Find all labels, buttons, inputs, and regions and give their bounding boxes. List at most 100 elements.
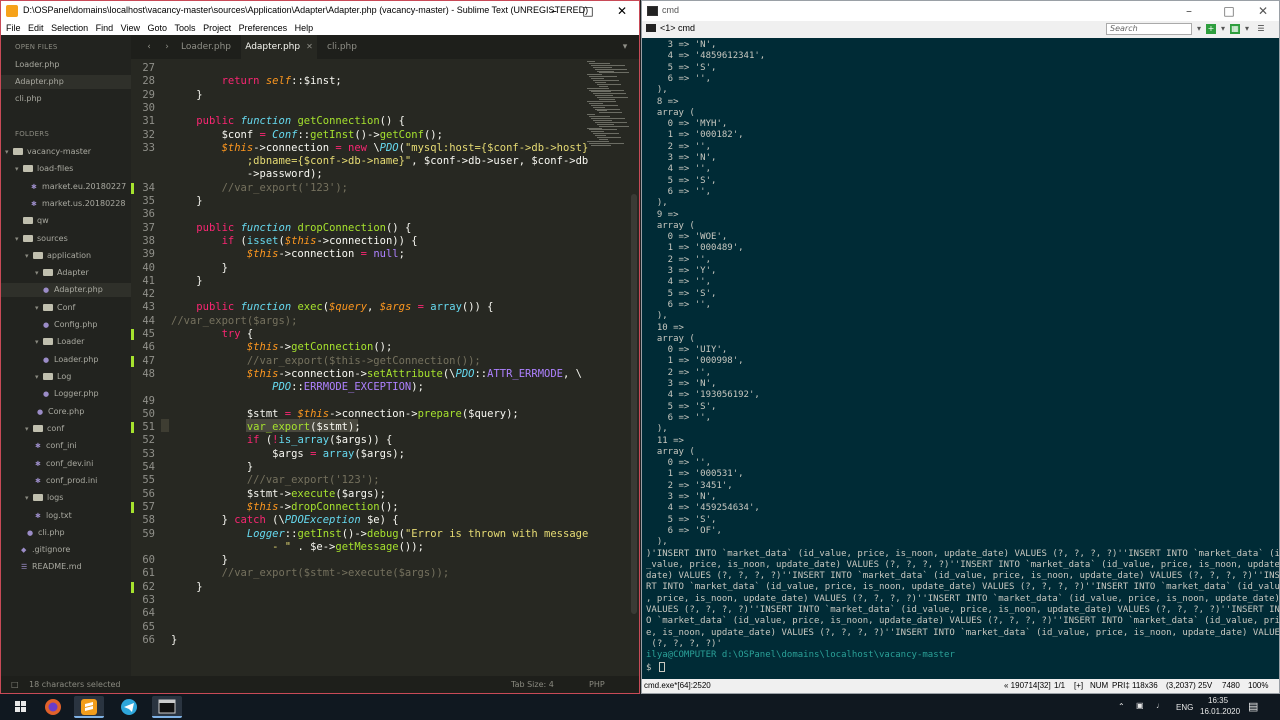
tree-file[interactable]: ● Loader.php <box>43 353 98 367</box>
open-file-item[interactable]: Loader.php <box>15 58 59 72</box>
tab-adapter[interactable]: Adapter.php ✕ <box>241 35 317 59</box>
console-output[interactable]: 3 => 'N', 4 => '4859612341', 5 => 'S', 6… <box>642 38 1279 679</box>
menu-selection[interactable]: Selection <box>51 21 88 35</box>
tree-file-active[interactable]: ● Adapter.php <box>1 283 131 297</box>
minimap-row <box>587 87 609 89</box>
menu-help[interactable]: Help <box>295 21 314 35</box>
volume-icon[interactable]: ♩ <box>1156 701 1164 710</box>
minimap-row <box>593 133 619 135</box>
language-indicator[interactable]: ENG <box>1176 703 1193 712</box>
tab-size-status[interactable]: Tab Size: 4 <box>511 680 554 689</box>
minimap[interactable] <box>587 59 629 149</box>
tree-file[interactable]: ✱ conf_dev.ini <box>35 457 93 471</box>
network-icon[interactable]: ▣ <box>1136 701 1144 710</box>
line-number: 53 <box>142 447 155 460</box>
tab-loader[interactable]: Loader.php <box>171 35 241 59</box>
tree-file[interactable]: ◆ .gitignore <box>21 543 70 557</box>
menu-tools[interactable]: Tools <box>175 21 196 35</box>
sublime-taskbar-icon[interactable] <box>74 696 104 718</box>
tree-folder[interactable]: qw <box>15 214 49 228</box>
close-button[interactable]: ✕ <box>605 1 639 21</box>
tree-file[interactable]: ✱ market.us.20180228 <box>31 197 125 211</box>
console-line: date) VALUES (?, ?, ?, ?)''INSERT INTO `… <box>646 571 1279 582</box>
split-icon[interactable]: ▦ <box>1230 24 1240 34</box>
firefox-icon[interactable] <box>38 696 68 718</box>
console-line: ), <box>646 424 668 435</box>
editor-scrollbar[interactable] <box>631 194 637 614</box>
tree-folder[interactable]: ▾ vacancy-master <box>5 145 91 159</box>
console-tab[interactable]: <1> cmd <box>646 23 695 33</box>
syntax-status[interactable]: PHP <box>589 680 605 689</box>
new-console-dropdown-icon[interactable]: ▾ <box>1218 24 1228 34</box>
tab-cli[interactable]: cli.php <box>317 35 367 59</box>
console-line: 6 => '', <box>646 186 712 197</box>
start-windows-icon[interactable] <box>6 696 36 718</box>
menu-file[interactable]: File <box>6 21 21 35</box>
markdown-file-icon: ☰ <box>21 563 28 571</box>
tab-nav-back-icon[interactable]: ‹ <box>139 35 159 59</box>
notifications-icon[interactable]: ▤ <box>1248 700 1258 713</box>
close-icon[interactable]: ✕ <box>306 42 313 51</box>
clock-time[interactable]: 16:35 <box>1208 696 1228 705</box>
console-toolbar: <1> cmd Search ▾ + ▾ ▦ ▾ ☰ <box>642 21 1279 38</box>
tree-folder[interactable]: ▾ Adapter <box>35 266 89 280</box>
open-file-item-active[interactable]: Adapter.php <box>1 75 131 89</box>
tree-folder[interactable]: ▾ conf <box>25 422 64 436</box>
telegram-icon[interactable] <box>114 696 144 718</box>
console-search-input[interactable]: Search <box>1106 23 1192 35</box>
console-input-line[interactable]: $ <box>646 661 665 674</box>
tree-file[interactable]: ✱ market.eu.20180227 <box>31 180 126 194</box>
minimap-row <box>599 125 629 127</box>
menu-goto[interactable]: Goto <box>148 21 168 35</box>
settings-dropdown-icon[interactable]: ▾ <box>1242 24 1252 34</box>
tree-file[interactable]: ✱ conf_prod.ini <box>35 474 97 488</box>
pid-status: 7480 <box>1222 681 1240 690</box>
clock-date[interactable]: 16.01.2020 <box>1200 707 1240 716</box>
tree-folder[interactable]: ▾ load-files <box>15 162 73 176</box>
console-title-bar[interactable]: cmd – □ ✕ <box>642 1 1279 21</box>
menu-find[interactable]: Find <box>96 21 114 35</box>
tree-folder[interactable]: ▾ application <box>25 249 91 263</box>
tree-folder[interactable]: ▾ Conf <box>35 301 75 315</box>
menu-preferences[interactable]: Preferences <box>239 21 288 35</box>
code-line: $stmt->execute($args); <box>171 487 386 500</box>
tree-file[interactable]: ● cli.php <box>27 526 65 540</box>
tree-folder[interactable]: ▾ Loader <box>35 335 84 349</box>
tree-file[interactable]: ☰ README.md <box>21 560 82 574</box>
sublime-title-bar[interactable]: D:\OSPanel\domains\localhost\vacancy-mas… <box>1 1 639 21</box>
minimap-row <box>591 131 604 133</box>
panel-switch-icon[interactable]: □ <box>11 680 19 689</box>
maximize-button[interactable]: □ <box>1212 1 1246 21</box>
minimap-row <box>593 119 612 121</box>
tab-dropdown-icon[interactable]: ▾ <box>615 35 635 59</box>
code-line: if (!is_array($args)) { <box>246 434 393 447</box>
tree-folder[interactable]: ▾ logs <box>25 491 63 505</box>
menu-edit[interactable]: Edit <box>28 21 44 35</box>
menu-view[interactable]: View <box>121 21 140 35</box>
console-line: 4 => '459254634', <box>646 503 760 514</box>
open-file-item[interactable]: cli.php <box>15 92 42 106</box>
code-line: $this->getConnection(); <box>246 341 393 354</box>
tree-folder[interactable]: ▾ sources <box>15 232 68 246</box>
menu-icon[interactable]: ☰ <box>1256 24 1266 34</box>
tree-file[interactable]: ● Logger.php <box>43 387 99 401</box>
minimize-button[interactable]: – <box>537 1 571 21</box>
close-button[interactable]: ✕ <box>1246 1 1280 21</box>
tree-file[interactable]: ✱ log.txt <box>35 509 72 523</box>
console-taskbar-icon[interactable] <box>152 696 182 718</box>
tree-file[interactable]: ✱ conf_ini <box>35 439 77 453</box>
line-number: 54 <box>142 461 155 473</box>
console-tab-icon <box>646 24 656 32</box>
tree-folder[interactable]: ▾ Log <box>35 370 71 384</box>
line-number: 52 <box>142 434 155 447</box>
tray-chevron-icon[interactable]: ⌃ <box>1118 702 1125 711</box>
maximize-button[interactable]: □ <box>571 1 605 21</box>
code-editor[interactable]: 27 28 29 30 31 32 33 34 35 36 37 38 39 40 41 42 43 44 45 46… <box>131 59 639 676</box>
minimize-button[interactable]: – <box>1172 1 1206 21</box>
search-dropdown-icon[interactable]: ▾ <box>1194 24 1204 34</box>
tree-file[interactable]: ● Config.php <box>43 318 97 332</box>
console-line: 9 => <box>646 209 679 220</box>
tree-file[interactable]: ● Core.php <box>37 405 84 419</box>
new-console-icon[interactable]: + <box>1206 24 1216 34</box>
menu-project[interactable]: Project <box>203 21 231 35</box>
